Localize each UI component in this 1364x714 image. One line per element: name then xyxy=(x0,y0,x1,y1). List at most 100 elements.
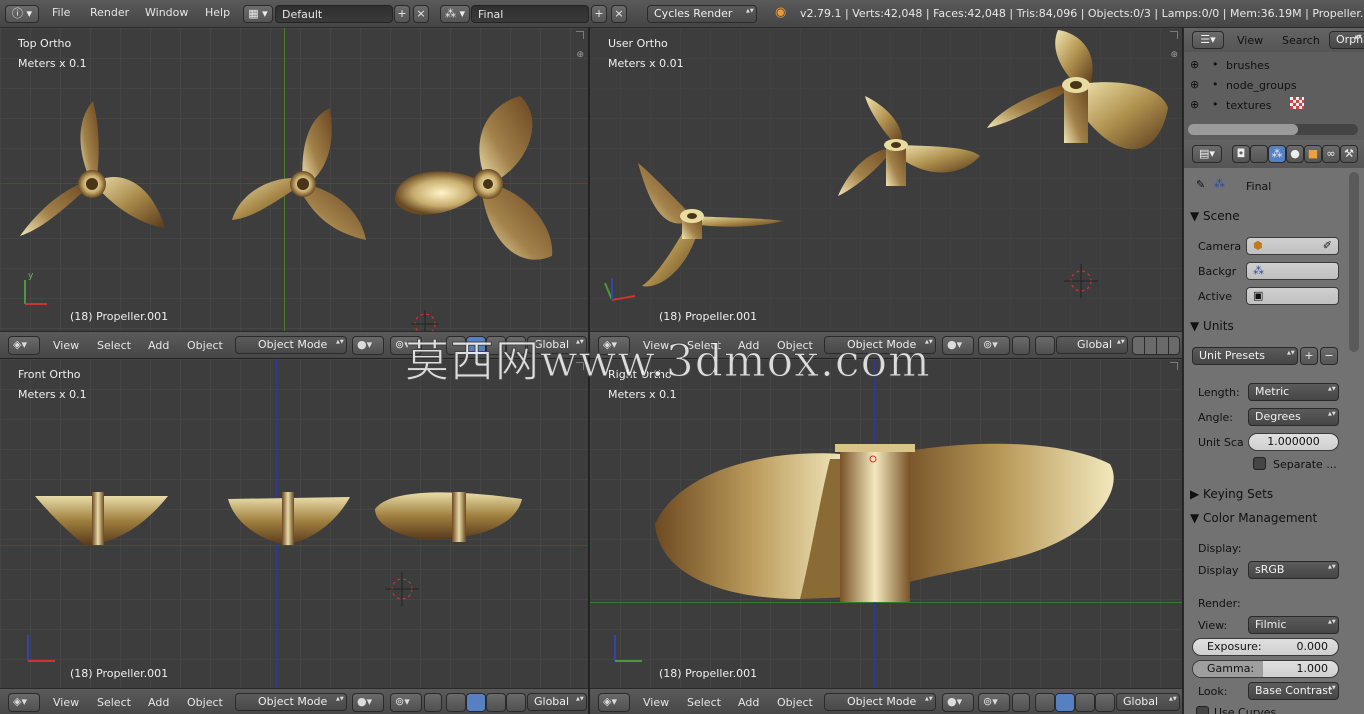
menu-render[interactable]: Render xyxy=(90,6,129,19)
menu-select[interactable]: Select xyxy=(687,696,721,709)
layout-name-field[interactable]: Default xyxy=(275,5,393,23)
color-management-panel-header[interactable]: ▼ Color Management xyxy=(1190,511,1317,525)
expand-icon[interactable]: ⊕ xyxy=(1190,58,1199,71)
menu-search[interactable]: Search xyxy=(1282,34,1320,47)
menu-view[interactable]: View xyxy=(53,696,79,709)
shading-button[interactable]: ●▾ xyxy=(352,336,384,355)
mode-dropdown[interactable]: Object Mode xyxy=(235,336,347,354)
properties-editor-type-button[interactable]: ▤▾ xyxy=(1192,145,1222,163)
snap-toggle[interactable] xyxy=(1012,693,1030,712)
shading-button[interactable]: ●▾ xyxy=(942,336,974,355)
outliner-editor-type-button[interactable]: ☰▾ xyxy=(1192,31,1224,49)
remove-layout-button[interactable]: × xyxy=(413,5,429,23)
menu-view[interactable]: View xyxy=(1237,34,1263,47)
scene-selector-button[interactable]: ⁂ ▾ xyxy=(440,5,470,23)
menu-object[interactable]: Object xyxy=(187,696,223,709)
snap-toggle[interactable] xyxy=(424,693,442,712)
shading-button[interactable]: ●▾ xyxy=(352,693,384,712)
angle-unit-dropdown[interactable]: Degrees xyxy=(1248,408,1339,426)
length-unit-dropdown[interactable]: Metric xyxy=(1248,383,1339,401)
add-scene-button[interactable]: + xyxy=(591,5,607,23)
properties-scrollbar[interactable] xyxy=(1349,172,1359,352)
viewport-user-ortho[interactable]: User Ortho Meters x 0.01 ⊕ (18) Propelle… xyxy=(590,28,1182,331)
editor-type-button[interactable]: ◈▾ xyxy=(598,693,630,712)
editor-type-button[interactable]: ◈▾ xyxy=(8,693,40,712)
shading-button[interactable]: ●▾ xyxy=(942,693,974,712)
snap-toggle[interactable] xyxy=(1012,336,1030,355)
pivot-button[interactable]: ⊚▾ xyxy=(978,336,1010,355)
orientation-dropdown[interactable]: Global xyxy=(527,693,587,711)
view-transform-dropdown[interactable]: Filmic xyxy=(1248,616,1339,634)
viewport-front-ortho[interactable]: Front Ortho Meters x 0.1 (18) Propeller.… xyxy=(0,359,588,688)
rotate-manipulator-button[interactable] xyxy=(1075,693,1095,712)
render-context-tab[interactable]: ◘ xyxy=(1232,145,1250,163)
pivot-button[interactable]: ⊚▾ xyxy=(390,693,422,712)
menu-add[interactable]: Add xyxy=(738,696,759,709)
menu-file[interactable]: File xyxy=(52,6,70,19)
menu-object[interactable]: Object xyxy=(187,339,223,352)
look-dropdown[interactable]: Base Contrast xyxy=(1248,682,1339,700)
menu-help[interactable]: Help xyxy=(205,6,230,19)
menu-add[interactable]: Add xyxy=(148,696,169,709)
render-engine-dropdown[interactable]: Cycles Render xyxy=(647,5,757,23)
rotate-manipulator-button[interactable] xyxy=(486,693,506,712)
scale-manipulator-button[interactable] xyxy=(506,693,526,712)
translate-manipulator-button[interactable] xyxy=(466,693,486,712)
outliner-scrollbar[interactable] xyxy=(1188,124,1358,135)
outliner-item-brushes[interactable]: brushes xyxy=(1226,59,1270,72)
manipulator-toggle[interactable] xyxy=(1035,336,1055,355)
scale-manipulator-button[interactable] xyxy=(1095,693,1115,712)
mode-dropdown[interactable]: Object Mode xyxy=(235,693,347,711)
units-panel-header[interactable]: ▼ Units xyxy=(1190,319,1234,333)
unit-presets-dropdown[interactable]: Unit Presets xyxy=(1192,347,1298,365)
remove-preset-button[interactable]: − xyxy=(1320,347,1338,365)
layers-context-tab[interactable] xyxy=(1250,145,1268,163)
background-scene-field[interactable]: ⁂ xyxy=(1246,262,1339,280)
editor-type-button[interactable]: ◈▾ xyxy=(8,336,40,355)
scene-context-tab[interactable]: ⁂ xyxy=(1268,145,1286,163)
add-preset-button[interactable]: + xyxy=(1300,347,1318,365)
menu-add[interactable]: Add xyxy=(148,339,169,352)
expand-icon[interactable]: ⊕ xyxy=(1190,98,1199,111)
outliner-item-textures[interactable]: textures xyxy=(1226,99,1271,112)
manipulator-toggle[interactable] xyxy=(1035,693,1055,712)
info-editor-type-button[interactable]: ⓘ ▾ xyxy=(5,5,39,23)
active-clip-field[interactable]: ▣ xyxy=(1246,287,1339,305)
menu-view[interactable]: View xyxy=(643,696,669,709)
world-context-tab[interactable]: ● xyxy=(1286,145,1304,163)
camera-field[interactable]: ⬢ ✐ xyxy=(1246,237,1339,255)
remove-scene-button[interactable]: × xyxy=(611,5,627,23)
mode-dropdown[interactable]: Object Mode xyxy=(824,693,936,711)
outliner-item-node-groups[interactable]: node_groups xyxy=(1226,79,1297,92)
constraints-context-tab[interactable]: ∞ xyxy=(1322,145,1340,163)
screen-layout-button[interactable]: ▦ ▾ xyxy=(243,5,273,23)
use-curves-checkbox[interactable] xyxy=(1196,706,1209,714)
object-context-tab[interactable]: ■ xyxy=(1304,145,1322,163)
keying-sets-panel-header[interactable]: ▶ Keying Sets xyxy=(1190,487,1273,501)
orientation-dropdown[interactable]: Global xyxy=(1056,336,1128,354)
viewport-top-ortho[interactable]: Top Ortho Meters x 0.1 ⊕ y (18) Propelle… xyxy=(0,28,588,331)
gamma-slider[interactable]: Gamma: 1.000 xyxy=(1192,660,1339,678)
pivot-button[interactable]: ⊚▾ xyxy=(978,693,1010,712)
translate-manipulator-button[interactable] xyxy=(1055,693,1075,712)
expand-icon[interactable]: ⊕ xyxy=(1190,78,1199,91)
manipulator-toggle[interactable] xyxy=(446,693,466,712)
menu-object[interactable]: Object xyxy=(777,696,813,709)
menu-select[interactable]: Select xyxy=(97,339,131,352)
menu-select[interactable]: Select xyxy=(97,696,131,709)
layer-buttons[interactable] xyxy=(1132,336,1180,355)
eyedropper-icon[interactable]: ✐ xyxy=(1323,239,1332,252)
display-mode-dropdown[interactable]: Orpha xyxy=(1329,31,1364,49)
scene-panel-header[interactable]: ▼ Scene xyxy=(1190,209,1240,223)
display-device-dropdown[interactable]: sRGB xyxy=(1248,561,1339,579)
exposure-slider[interactable]: Exposure: 0.000 xyxy=(1192,638,1339,656)
pin-icon[interactable]: ✎ xyxy=(1196,178,1205,191)
unit-scale-field[interactable]: 1.000000 xyxy=(1248,433,1339,451)
orientation-dropdown[interactable]: Global xyxy=(1116,693,1180,711)
add-layout-button[interactable]: + xyxy=(394,5,410,23)
scene-name-field[interactable]: Final xyxy=(471,5,589,23)
menu-view[interactable]: View xyxy=(53,339,79,352)
separate-units-checkbox[interactable] xyxy=(1253,457,1266,470)
modifiers-context-tab[interactable]: ⚒ xyxy=(1340,145,1358,163)
menu-window[interactable]: Window xyxy=(145,6,188,19)
